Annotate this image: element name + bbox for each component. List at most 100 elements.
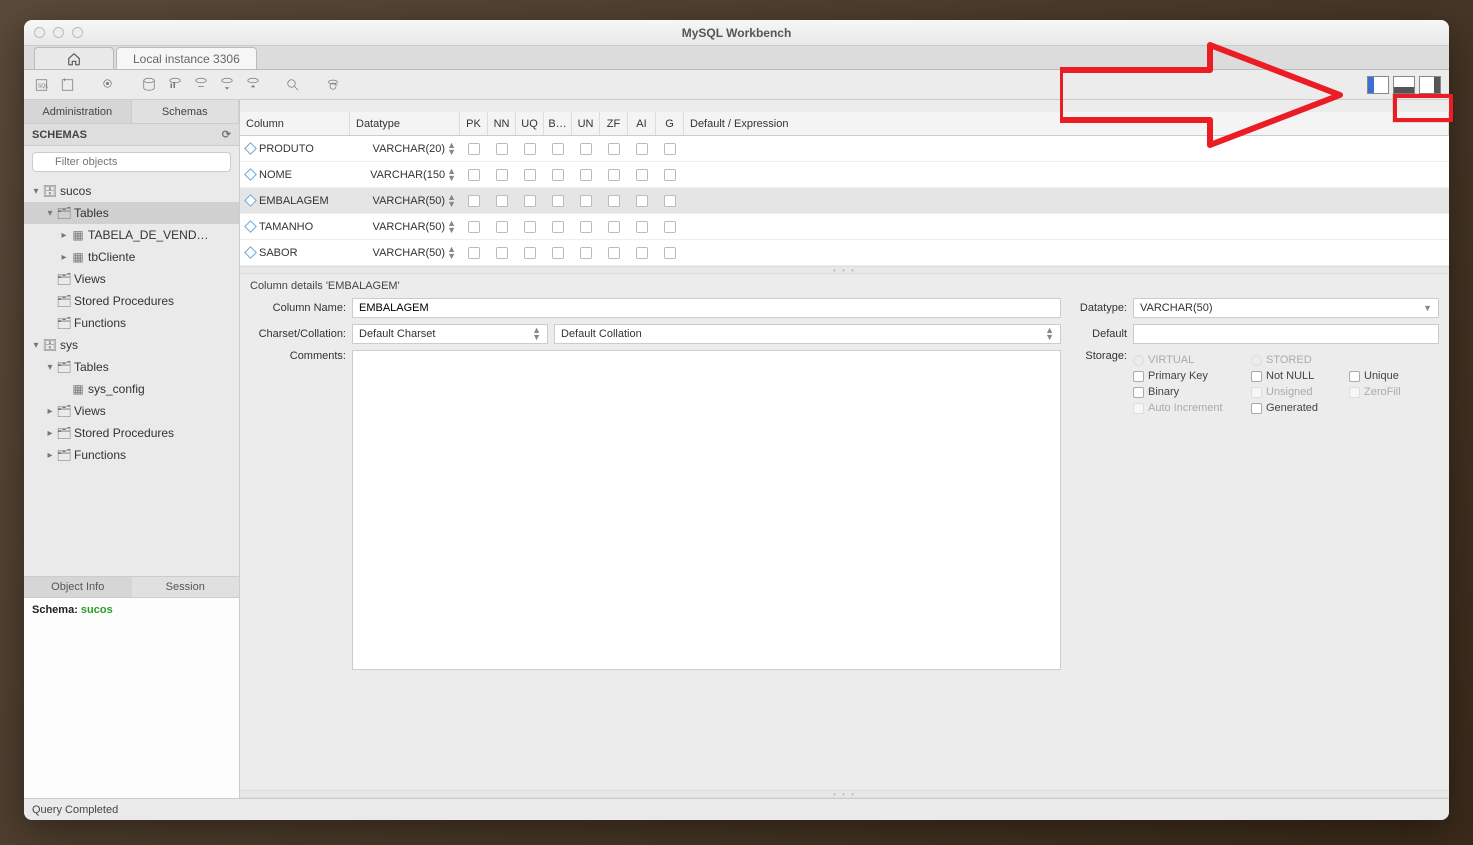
sidebar-tab-schemas[interactable]: Schemas bbox=[132, 100, 240, 123]
datatype-cell[interactable]: VARCHAR(50)▲▼ bbox=[373, 220, 456, 234]
tree-sucos-views[interactable]: 🗂Views bbox=[24, 268, 239, 290]
grid-checkbox[interactable] bbox=[580, 221, 592, 233]
check-unique[interactable]: Unique bbox=[1349, 370, 1439, 382]
tree-table-tbcliente[interactable]: ▸▦tbCliente bbox=[24, 246, 239, 268]
db-import-icon[interactable] bbox=[242, 74, 264, 96]
new-sql-tab-icon[interactable]: SQL bbox=[32, 74, 54, 96]
grid-checkbox[interactable] bbox=[580, 169, 592, 181]
grid-checkbox[interactable] bbox=[580, 247, 592, 259]
tree-db-sucos[interactable]: ▾🗄sucos bbox=[24, 180, 239, 202]
grid-checkbox[interactable] bbox=[636, 169, 648, 181]
grid-checkbox[interactable] bbox=[552, 169, 564, 181]
reconnect-icon[interactable] bbox=[322, 74, 344, 96]
check-generated[interactable]: Generated bbox=[1251, 402, 1341, 414]
tree-table-sysconfig[interactable]: ▦sys_config bbox=[24, 378, 239, 400]
grid-checkbox[interactable] bbox=[636, 143, 648, 155]
check-binary[interactable]: Binary bbox=[1133, 386, 1243, 398]
grid-checkbox[interactable] bbox=[636, 247, 648, 259]
grid-header-column[interactable]: Column bbox=[240, 112, 350, 135]
column-row[interactable]: PRODUTOVARCHAR(20)▲▼ bbox=[240, 136, 1449, 162]
bottom-splitter-handle[interactable]: • • • bbox=[240, 790, 1449, 798]
grid-header-pk[interactable]: PK bbox=[460, 112, 488, 135]
grid-checkbox[interactable] bbox=[664, 247, 676, 259]
grid-checkbox[interactable] bbox=[524, 143, 536, 155]
column-row[interactable]: NOMEVARCHAR(150▲▼ bbox=[240, 162, 1449, 188]
datatype-cell[interactable]: VARCHAR(20)▲▼ bbox=[373, 142, 456, 156]
grid-checkbox[interactable] bbox=[608, 143, 620, 155]
grid-header-ai[interactable]: AI bbox=[628, 112, 656, 135]
grid-checkbox[interactable] bbox=[524, 221, 536, 233]
check-primary-key[interactable]: Primary Key bbox=[1133, 370, 1243, 382]
tree-sys-fn[interactable]: ▸🗂Functions bbox=[24, 444, 239, 466]
inspector-icon[interactable] bbox=[98, 74, 120, 96]
column-row[interactable]: TAMANHOVARCHAR(50)▲▼ bbox=[240, 214, 1449, 240]
connection-tab[interactable]: Local instance 3306 bbox=[116, 47, 257, 69]
grid-checkbox[interactable] bbox=[608, 247, 620, 259]
grid-checkbox[interactable] bbox=[552, 195, 564, 207]
datatype-cell[interactable]: VARCHAR(50)▲▼ bbox=[373, 194, 456, 208]
toggle-output-button[interactable] bbox=[1393, 76, 1415, 94]
grid-header-zf[interactable]: ZF bbox=[600, 112, 628, 135]
column-row[interactable]: SABORVARCHAR(50)▲▼ bbox=[240, 240, 1449, 266]
select-charset[interactable]: Default Charset▲▼ bbox=[352, 324, 548, 344]
grid-checkbox[interactable] bbox=[496, 143, 508, 155]
grid-checkbox[interactable] bbox=[552, 143, 564, 155]
grid-checkbox[interactable] bbox=[468, 195, 480, 207]
grid-checkbox[interactable] bbox=[664, 169, 676, 181]
grid-checkbox[interactable] bbox=[552, 247, 564, 259]
tree-sys-views[interactable]: ▸🗂Views bbox=[24, 400, 239, 422]
sidebar-tab-administration[interactable]: Administration bbox=[24, 100, 132, 123]
minimize-icon[interactable] bbox=[53, 27, 64, 38]
tree-sys-tables[interactable]: ▾🗂Tables bbox=[24, 356, 239, 378]
splitter-handle[interactable]: • • • bbox=[240, 266, 1449, 274]
filter-objects-input[interactable] bbox=[32, 152, 231, 172]
select-collation[interactable]: Default Collation▲▼ bbox=[554, 324, 1061, 344]
grid-checkbox[interactable] bbox=[496, 247, 508, 259]
grid-checkbox[interactable] bbox=[608, 221, 620, 233]
input-column-name[interactable] bbox=[352, 298, 1061, 318]
grid-checkbox[interactable] bbox=[580, 195, 592, 207]
db-users-icon[interactable] bbox=[138, 74, 160, 96]
tree-db-sys[interactable]: ▾🗄sys bbox=[24, 334, 239, 356]
input-default[interactable] bbox=[1133, 324, 1439, 344]
open-sql-file-icon[interactable] bbox=[58, 74, 80, 96]
db-connections-icon[interactable] bbox=[190, 74, 212, 96]
grid-checkbox[interactable] bbox=[496, 169, 508, 181]
session-tab[interactable]: Session bbox=[132, 577, 240, 597]
grid-checkbox[interactable] bbox=[468, 247, 480, 259]
grid-checkbox[interactable] bbox=[524, 195, 536, 207]
grid-checkbox[interactable] bbox=[636, 195, 648, 207]
tree-sucos-fn[interactable]: 🗂Functions bbox=[24, 312, 239, 334]
grid-checkbox[interactable] bbox=[468, 143, 480, 155]
grid-header-un[interactable]: UN bbox=[572, 112, 600, 135]
grid-checkbox[interactable] bbox=[608, 195, 620, 207]
grid-checkbox[interactable] bbox=[552, 221, 564, 233]
grid-header-g[interactable]: G bbox=[656, 112, 684, 135]
grid-header-default[interactable]: Default / Expression bbox=[684, 112, 1449, 135]
grid-header-uq[interactable]: UQ bbox=[516, 112, 544, 135]
tree-sys-sp[interactable]: ▸🗂Stored Procedures bbox=[24, 422, 239, 444]
db-status-icon[interactable] bbox=[164, 74, 186, 96]
grid-header-datatype[interactable]: Datatype bbox=[350, 112, 460, 135]
column-row[interactable]: EMBALAGEMVARCHAR(50)▲▼ bbox=[240, 188, 1449, 214]
select-datatype[interactable]: VARCHAR(50)▼ bbox=[1133, 298, 1439, 318]
toggle-sidebar-button[interactable] bbox=[1367, 76, 1389, 94]
grid-checkbox[interactable] bbox=[496, 195, 508, 207]
grid-checkbox[interactable] bbox=[524, 247, 536, 259]
grid-checkbox[interactable] bbox=[524, 169, 536, 181]
home-tab[interactable] bbox=[34, 47, 114, 69]
grid-header-bin[interactable]: B… bbox=[544, 112, 572, 135]
tree-sucos-sp[interactable]: 🗂Stored Procedures bbox=[24, 290, 239, 312]
toggle-secondary-sidebar-button[interactable] bbox=[1419, 76, 1441, 94]
zoom-icon[interactable] bbox=[72, 27, 83, 38]
tree-sucos-tables[interactable]: ▾🗂Tables bbox=[24, 202, 239, 224]
grid-checkbox[interactable] bbox=[496, 221, 508, 233]
grid-checkbox[interactable] bbox=[664, 143, 676, 155]
check-not-null[interactable]: Not NULL bbox=[1251, 370, 1341, 382]
grid-checkbox[interactable] bbox=[608, 169, 620, 181]
grid-checkbox[interactable] bbox=[468, 169, 480, 181]
tree-table-tabeladevend[interactable]: ▸▦TABELA_DE_VEND… bbox=[24, 224, 239, 246]
search-icon[interactable] bbox=[282, 74, 304, 96]
db-export-icon[interactable] bbox=[216, 74, 238, 96]
input-comments[interactable] bbox=[352, 350, 1061, 670]
